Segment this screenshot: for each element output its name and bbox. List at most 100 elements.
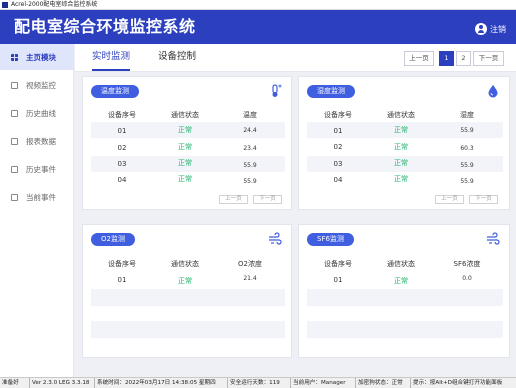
sidebar-item-video[interactable]: 视频监控 bbox=[0, 72, 74, 98]
status-divider bbox=[410, 378, 411, 388]
window-title: Acrel-2000配电室综合监控系统 bbox=[11, 1, 98, 8]
reading-value: 55.9 bbox=[243, 178, 257, 185]
empty-row bbox=[91, 321, 285, 338]
column-header: 湿度 bbox=[460, 111, 474, 119]
sidebar-item-report[interactable]: 报表数据 bbox=[0, 128, 74, 154]
comm-status: 正常 bbox=[178, 143, 192, 151]
logout-button[interactable]: 注销 bbox=[475, 22, 506, 36]
tab-device-control[interactable]: 设备控制 bbox=[158, 51, 196, 63]
next-page-button[interactable]: 下一页 bbox=[253, 195, 282, 204]
sidebar-item-history-curve[interactable]: 历史曲线 bbox=[0, 100, 74, 126]
o2-panel: O2监测 设备序号 通信状态 O2浓度 01 正常 21.4 bbox=[82, 224, 292, 358]
sidebar-item-history-events[interactable]: 历史事件 bbox=[0, 156, 74, 182]
column-header: 通信状态 bbox=[171, 260, 199, 268]
wind-icon bbox=[269, 232, 282, 245]
comm-status: 正常 bbox=[178, 175, 192, 183]
prev-page-button[interactable]: 上一页 bbox=[219, 195, 248, 204]
reading-value: 55.9 bbox=[243, 162, 257, 169]
logout-label: 注销 bbox=[490, 24, 506, 34]
comm-status: 正常 bbox=[394, 143, 408, 151]
page-1-button[interactable]: 1 bbox=[439, 51, 454, 66]
device-id: 01 bbox=[117, 276, 127, 284]
grid-icon bbox=[11, 53, 18, 61]
reading-value: 60.3 bbox=[460, 145, 474, 152]
device-id: 01 bbox=[333, 127, 343, 135]
reading-value: 55.9 bbox=[460, 178, 474, 185]
reading-value: 0.0 bbox=[462, 275, 472, 282]
status-dongle: 加密狗状态：正常 bbox=[358, 380, 403, 386]
device-id: 01 bbox=[117, 127, 127, 135]
reading-value: 21.4 bbox=[243, 275, 257, 282]
sidebar-item-current-events[interactable]: 当前事件 bbox=[0, 184, 74, 210]
next-page-button[interactable]: 下一页 bbox=[473, 51, 504, 66]
column-header: SF6浓度 bbox=[453, 260, 481, 268]
tab-bar: 实时监测 设备控制 上一页 1 2 下一页 bbox=[75, 44, 516, 72]
column-header: 设备序号 bbox=[324, 111, 352, 119]
app-window: Acrel-2000配电室综合监控系统 配电室综合环境监控系统 注销 主页模块 … bbox=[0, 0, 516, 388]
video-icon bbox=[11, 81, 18, 89]
empty-row bbox=[91, 289, 285, 306]
panel-title: 湿度监测 bbox=[307, 85, 355, 98]
sidebar-item-label: 历史曲线 bbox=[26, 108, 56, 118]
sidebar-item-label: 主页模块 bbox=[26, 52, 56, 62]
status-divider bbox=[290, 378, 291, 388]
reading-value: 24.4 bbox=[243, 127, 257, 134]
column-header: 设备序号 bbox=[108, 111, 136, 119]
humidity-panel: 湿度监测 设备序号 通信状态 湿度 01 正常 55.9 02 正常 60.3 … bbox=[298, 76, 510, 210]
wind-icon bbox=[487, 232, 500, 245]
sidebar-item-home[interactable]: 主页模块 bbox=[0, 44, 74, 70]
page-2-button[interactable]: 2 bbox=[456, 51, 471, 66]
window-titlebar: Acrel-2000配电室综合监控系统 bbox=[0, 0, 516, 10]
comm-status: 正常 bbox=[178, 159, 192, 167]
prev-page-button[interactable]: 上一页 bbox=[435, 195, 464, 204]
next-page-button[interactable]: 下一页 bbox=[469, 195, 498, 204]
status-divider bbox=[355, 378, 356, 388]
status-bar: 准备好 Ver 2.3.0 LEG 3.3.18 系统时间：2022年03月17… bbox=[0, 377, 516, 388]
device-id: 04 bbox=[117, 176, 127, 184]
device-id: 01 bbox=[333, 276, 343, 284]
history-icon bbox=[11, 165, 18, 173]
comm-status: 正常 bbox=[394, 126, 408, 134]
water-drop-icon bbox=[488, 85, 498, 98]
sidebar-item-label: 视频监控 bbox=[26, 80, 56, 90]
page-title: 配电室综合环境监控系统 bbox=[14, 17, 196, 36]
prev-page-button[interactable]: 上一页 bbox=[404, 51, 434, 66]
column-header: 设备序号 bbox=[108, 260, 136, 268]
sidebar: 主页模块 视频监控 历史曲线 报表数据 历史事件 当前事件 bbox=[0, 44, 74, 377]
status-ready: 准备好 bbox=[2, 380, 19, 386]
empty-row bbox=[307, 289, 503, 306]
column-header: O2浓度 bbox=[238, 260, 262, 268]
status-version: Ver 2.3.0 LEG 3.3.18 bbox=[32, 380, 90, 386]
panel-title: O2监测 bbox=[91, 233, 135, 246]
report-icon bbox=[11, 137, 18, 145]
tab-realtime[interactable]: 实时监测 bbox=[92, 51, 131, 71]
status-safe-days: 安全运行天数：119 bbox=[230, 380, 280, 386]
column-header: 通信状态 bbox=[171, 111, 199, 119]
device-id: 02 bbox=[117, 144, 127, 152]
status-system-time: 系统时间：2022年03月17日 14:38:05 星期四 bbox=[97, 380, 216, 386]
thermometer-icon bbox=[272, 84, 282, 97]
temperature-panel: 温度监测 设备序号 通信状态 温度 01 正常 24.4 02 正常 23.4 … bbox=[82, 76, 292, 210]
reading-value: 55.9 bbox=[460, 162, 474, 169]
panel-title: 温度监测 bbox=[91, 85, 139, 98]
status-divider bbox=[227, 378, 228, 388]
sidebar-item-label: 历史事件 bbox=[26, 164, 56, 174]
device-id: 04 bbox=[333, 176, 343, 184]
chart-icon bbox=[11, 109, 18, 117]
comm-status: 正常 bbox=[178, 126, 192, 134]
user-icon bbox=[475, 23, 487, 35]
status-hint: 提示：按Alt+D组合键打开功能面板 bbox=[413, 380, 503, 386]
reading-value: 55.9 bbox=[460, 127, 474, 134]
comm-status: 正常 bbox=[394, 277, 408, 285]
column-header: 通信状态 bbox=[387, 111, 415, 119]
reading-value: 23.4 bbox=[243, 145, 257, 152]
column-header: 设备序号 bbox=[324, 260, 352, 268]
status-current-user: 当前用户：Manager bbox=[293, 380, 346, 386]
column-header: 温度 bbox=[243, 111, 257, 119]
comm-status: 正常 bbox=[394, 159, 408, 167]
column-header: 通信状态 bbox=[387, 260, 415, 268]
device-id: 03 bbox=[117, 160, 127, 168]
status-divider bbox=[94, 378, 95, 388]
sf6-panel: SF6监测 设备序号 通信状态 SF6浓度 01 正常 0.0 bbox=[298, 224, 510, 358]
comm-status: 正常 bbox=[178, 277, 192, 285]
